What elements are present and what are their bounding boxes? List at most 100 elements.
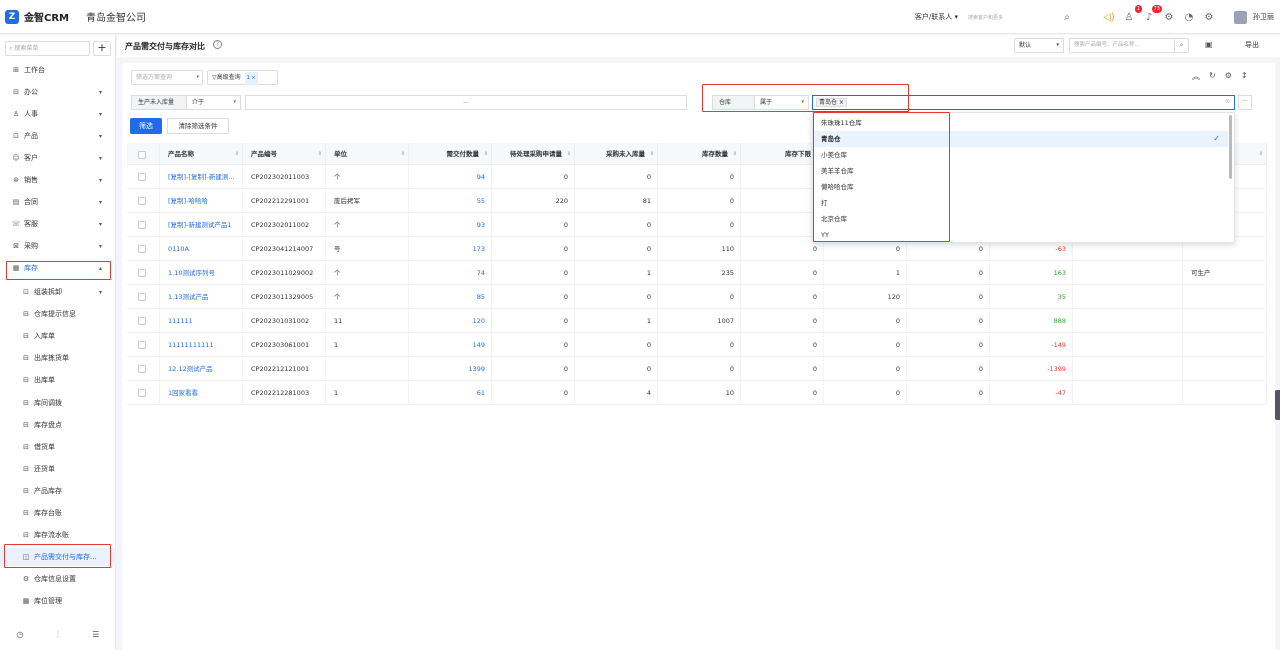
global-search-input[interactable]: 搜索客户和更多 bbox=[968, 14, 1054, 21]
advanced-query-button[interactable]: ▽高级查询 1 × bbox=[207, 70, 278, 85]
cell-name[interactable]: 1.10测试序列号 bbox=[160, 261, 243, 285]
sort-icon[interactable]: ⇕ bbox=[484, 143, 488, 165]
save-icon[interactable]: ▣ bbox=[1205, 40, 1213, 49]
row-checkbox[interactable] bbox=[138, 221, 146, 229]
cell-name[interactable]: [复制]-新建测试产品1 bbox=[160, 213, 243, 237]
history-icon[interactable]: ◷ bbox=[17, 630, 24, 640]
density-icon[interactable]: ↕ bbox=[1241, 71, 1248, 82]
sidebar-item-6[interactable]: ▤ 合同 ▾ bbox=[0, 193, 116, 211]
cell-name[interactable]: [复制]-[复制]-新建测... bbox=[160, 165, 243, 189]
horn-icon[interactable]: ◁) bbox=[1102, 10, 1116, 24]
table-row[interactable]: 1.13测试产品 CP202301132900​5 个 85 0 0 0 0 120 0 35 bbox=[127, 285, 1267, 309]
sidebar-subitem-2[interactable]: ⊟ 入库单 bbox=[0, 327, 116, 345]
sort-icon[interactable]: ⇕ bbox=[650, 143, 654, 165]
bell-icon[interactable]: ♪ 73 bbox=[1142, 5, 1162, 24]
header-product-name[interactable]: 产品名称 ⇕ bbox=[160, 143, 243, 165]
condition-range-input[interactable]: — bbox=[245, 95, 687, 110]
collapse-menu-icon[interactable]: ☰ bbox=[92, 630, 99, 640]
search-icon[interactable]: ⌕ bbox=[1174, 39, 1188, 52]
avatar[interactable] bbox=[1234, 10, 1247, 24]
row-checkbox[interactable] bbox=[138, 197, 146, 205]
header-pending-purchase[interactable]: 待处理采购申请量 ⇕ bbox=[492, 143, 575, 165]
view-select[interactable]: 默认 ▾ bbox=[1014, 38, 1064, 53]
sort-icon[interactable]: ⇕ bbox=[567, 143, 571, 165]
add-button[interactable]: + bbox=[93, 41, 111, 56]
cell-name[interactable]: 1回家看看 bbox=[160, 381, 243, 405]
header-product-code[interactable]: 产品编号 ⇕ bbox=[243, 143, 326, 165]
settings-icon[interactable]: ⚙ bbox=[1202, 10, 1216, 24]
row-checkbox[interactable] bbox=[138, 293, 146, 301]
select-all-checkbox[interactable] bbox=[138, 151, 146, 159]
table-row[interactable]: 1回家看看 CP202212281003 1 61 0 4 10 0 0 0 -47 bbox=[127, 381, 1267, 405]
sidebar-item-0[interactable]: ⊞ 工作台 bbox=[0, 61, 116, 79]
filter-button[interactable]: 筛选 bbox=[130, 118, 162, 134]
sidebar-subitem-14[interactable]: ▦ 库位管理 bbox=[0, 592, 116, 610]
side-drawer-handle[interactable] bbox=[1275, 390, 1280, 420]
row-checkbox[interactable] bbox=[138, 269, 146, 277]
cell-deliver[interactable]: 74 bbox=[409, 261, 492, 285]
cell-name[interactable]: 12.12测试产品 bbox=[160, 357, 243, 381]
condition-operator-between[interactable]: 介于 ▾ bbox=[186, 95, 241, 110]
more-button[interactable]: ··· bbox=[1238, 95, 1252, 110]
sidebar-item-1[interactable]: ⊟ 办公 ▾ bbox=[0, 83, 116, 101]
sidebar-item-2[interactable]: ♙ 人事 ▾ bbox=[0, 105, 116, 123]
header-unit[interactable]: 单位 ⇕ bbox=[326, 143, 409, 165]
sidebar-item-3[interactable]: ⊡ 产品 ▾ bbox=[0, 127, 116, 145]
filter-scheme-select[interactable]: 筛选方案查询 ▾ bbox=[131, 70, 203, 85]
sidebar-subitem-11[interactable]: ⊟ 库存流水账 bbox=[0, 526, 116, 544]
cell-deliver[interactable]: 173 bbox=[409, 237, 492, 261]
product-search-input[interactable]: 搜索产品编号、产品名称... ⌕ bbox=[1069, 38, 1189, 53]
cell-name[interactable]: 0110A bbox=[160, 237, 243, 261]
sort-icon[interactable]: ⇕ bbox=[401, 143, 405, 165]
row-checkbox[interactable] bbox=[138, 317, 146, 325]
header-purchase-not-stocked[interactable]: 采购未入库量 ⇕ bbox=[575, 143, 658, 165]
search-icon[interactable]: ⌕ bbox=[1060, 10, 1074, 24]
clear-icon[interactable]: ⊗ bbox=[1225, 98, 1230, 105]
sidebar-subitem-3[interactable]: ⊟ 出库拣货单 bbox=[0, 349, 116, 367]
refresh-icon[interactable]: ↻ bbox=[1209, 71, 1216, 82]
cell-deliver[interactable]: 85 bbox=[409, 285, 492, 309]
cell-deliver[interactable]: 149 bbox=[409, 333, 492, 357]
header-stock-qty[interactable]: 库存数量 ⇕ bbox=[658, 143, 741, 165]
sidebar-subitem-4[interactable]: ⊟ 出库单 bbox=[0, 371, 116, 389]
sort-icon[interactable]: ⇕ bbox=[1259, 143, 1263, 165]
sidebar-subitem-5[interactable]: ⊟ 库间调拨 bbox=[0, 394, 116, 412]
table-row[interactable]: 111111 CP202301031002 11 120 0 1 1007 0 0 0 888 bbox=[127, 309, 1267, 333]
sidebar-subitem-6[interactable]: ⊟ 库存盘点 bbox=[0, 416, 116, 434]
cell-name[interactable]: 11111111111 bbox=[160, 333, 243, 357]
advanced-count-badge[interactable]: 1 × bbox=[244, 72, 258, 85]
clear-filter-button[interactable]: 清除筛选条件 bbox=[167, 118, 229, 134]
column-settings-icon[interactable]: ⚙ bbox=[1225, 71, 1232, 82]
sidebar-subitem-10[interactable]: ⊟ 库存台账 bbox=[0, 504, 116, 522]
customer-contact-select[interactable]: 客户/联系人 ▾ bbox=[915, 12, 958, 22]
sidebar-subitem-7[interactable]: ⊟ 借货单 bbox=[0, 438, 116, 456]
row-checkbox[interactable] bbox=[138, 173, 146, 181]
cell-deliver[interactable]: 120 bbox=[409, 309, 492, 333]
username[interactable]: 孙卫丽 bbox=[1253, 12, 1274, 22]
header-deliver-qty[interactable]: 需交付数量 ⇕ bbox=[409, 143, 492, 165]
contacts-icon[interactable]: ♙ 1 bbox=[1122, 5, 1142, 24]
sidebar-subitem-8[interactable]: ⊟ 还货单 bbox=[0, 460, 116, 478]
row-checkbox[interactable] bbox=[138, 245, 146, 253]
collapse-icon[interactable]: ︽ bbox=[1192, 71, 1200, 82]
export-button[interactable]: 导出 bbox=[1245, 40, 1259, 50]
dropdown-scrollbar[interactable] bbox=[1229, 115, 1232, 179]
sort-icon[interactable]: ⇕ bbox=[318, 143, 322, 165]
sort-icon[interactable]: ⇕ bbox=[235, 143, 239, 165]
row-checkbox[interactable] bbox=[138, 341, 146, 349]
row-checkbox[interactable] bbox=[138, 389, 146, 397]
cell-deliver[interactable]: 1399 bbox=[409, 357, 492, 381]
help-icon[interactable]: ? bbox=[213, 40, 222, 49]
sort-icon[interactable]: ⇕ bbox=[733, 143, 737, 165]
menu-search-input[interactable]: ⌕ 搜索菜单 bbox=[5, 41, 90, 56]
sidebar-subitem-0[interactable]: ⊡ 组装拆卸 ▾ bbox=[0, 283, 116, 301]
sidebar-subitem-1[interactable]: ⊟ 仓库提示信息 bbox=[0, 305, 116, 323]
sidebar-item-5[interactable]: ⊛ 销售 ▾ bbox=[0, 171, 116, 189]
cell-deliver[interactable]: 61 bbox=[409, 381, 492, 405]
clock-icon[interactable]: ◔ bbox=[1182, 10, 1196, 24]
sidebar-item-7[interactable]: ☏ 客服 ▾ bbox=[0, 215, 116, 233]
cell-name[interactable]: 111111 bbox=[160, 309, 243, 333]
gear-icon[interactable]: ⚙ bbox=[1162, 10, 1176, 24]
tools-icon[interactable]: ⫶ bbox=[57, 630, 59, 640]
cell-deliver[interactable]: 93 bbox=[409, 213, 492, 237]
